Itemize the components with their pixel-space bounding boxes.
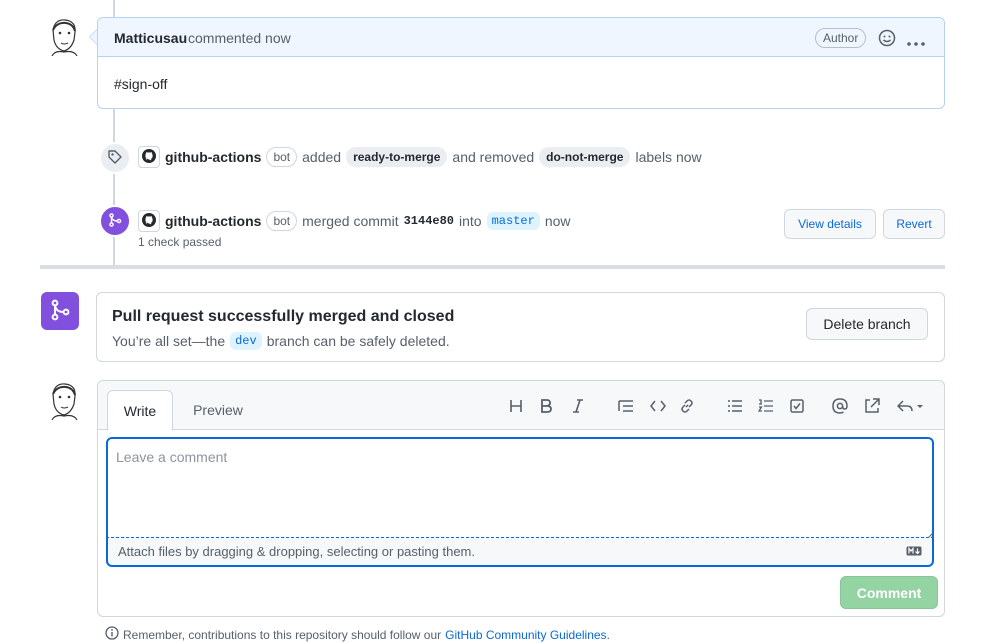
link-icon[interactable] [676, 397, 698, 415]
merged-sub-post: branch can be safely deleted. [266, 333, 450, 349]
event-text-tail: labels now [635, 149, 702, 165]
italic-icon[interactable] [567, 397, 589, 415]
merged-box: Pull request successfully merged and clo… [96, 292, 945, 362]
merged-sub-pre: You’re all set—the [112, 333, 226, 349]
bot-badge: bot [266, 147, 298, 167]
avatar[interactable] [47, 380, 81, 421]
footer-note: Remember, contributions to this reposito… [105, 626, 610, 643]
code-icon[interactable] [647, 397, 669, 415]
avatar[interactable] [47, 16, 81, 57]
task-list-icon[interactable] [786, 397, 808, 415]
label-event-row: github-actions bot added ready-to-merge … [138, 146, 702, 168]
delete-branch-button[interactable]: Delete branch [806, 308, 928, 340]
label-ready-to-merge[interactable]: ready-to-merge [346, 147, 448, 167]
revert-button[interactable]: Revert [883, 209, 945, 239]
comment-submit-button[interactable]: Comment [840, 576, 938, 609]
merge-event-badge [99, 205, 131, 237]
comment-header: Matticusau commented now Author [98, 18, 944, 57]
github-actions-avatar[interactable] [138, 210, 160, 232]
event-text-added: added [302, 149, 342, 165]
label-do-not-merge[interactable]: do-not-merge [539, 147, 631, 167]
mention-icon[interactable] [829, 397, 851, 415]
footer-text: Remember, contributions to this reposito… [123, 627, 442, 642]
attach-files-text: Attach files by dragging & dropping, sel… [118, 544, 475, 559]
attach-files-bar[interactable]: Attach files by dragging & dropping, sel… [106, 537, 934, 567]
reply-icon[interactable] [896, 397, 926, 415]
github-logo-icon [142, 148, 156, 166]
view-details-button[interactable]: View details [784, 209, 876, 239]
author-badge: Author [815, 28, 867, 48]
emoji-reaction-icon[interactable] [878, 29, 896, 50]
quote-icon[interactable] [615, 397, 637, 415]
merge-event-row: github-actions bot merged commit 3144e80… [138, 210, 571, 232]
kebab-menu-icon[interactable] [906, 34, 926, 50]
timeline-divider [40, 265, 945, 269]
tab-write[interactable]: Write [107, 390, 173, 431]
comment-box: Matticusau commented now Author #sign-of… [97, 17, 945, 109]
checks-status[interactable]: 1 check passed [138, 235, 221, 249]
bullet-list-icon[interactable] [724, 397, 746, 415]
numbered-list-icon[interactable] [755, 397, 777, 415]
commit-sha-link[interactable]: 3144e80 [404, 214, 454, 228]
event-text-removed: and removed [452, 149, 535, 165]
comment-author[interactable]: Matticusau [114, 30, 187, 46]
comment-meta: commented now [188, 30, 291, 46]
tab-preview[interactable]: Preview [183, 390, 253, 429]
tag-icon [107, 149, 123, 168]
heading-icon[interactable] [505, 397, 527, 415]
branch-dev[interactable]: dev [230, 332, 262, 350]
branch-master[interactable]: master [486, 212, 540, 230]
comment-textarea[interactable]: Leave a comment [106, 437, 934, 537]
merged-title: Pull request successfully merged and clo… [112, 308, 455, 325]
comment-caret-inner [90, 30, 97, 44]
github-actions-avatar[interactable] [138, 146, 160, 168]
github-logo-icon [142, 212, 156, 230]
merged-status-icon-box [41, 292, 79, 330]
merged-subtitle: You’re all set—the dev branch can be saf… [112, 332, 450, 350]
footer-period: . [606, 627, 610, 642]
tag-event-badge [99, 142, 131, 174]
community-guidelines-link[interactable]: GitHub Community Guidelines [445, 628, 606, 642]
bot-badge: bot [266, 211, 298, 231]
comment-placeholder: Leave a comment [116, 449, 228, 465]
git-merge-icon [107, 212, 123, 231]
git-merge-icon [48, 298, 72, 325]
markdown-icon[interactable] [906, 544, 922, 559]
comment-editor: Write Preview Leave a comment Attach fil… [97, 380, 945, 617]
info-icon [105, 626, 119, 643]
event-actor[interactable]: github-actions [165, 213, 261, 229]
event-actor[interactable]: github-actions [165, 149, 261, 165]
editor-tabbar: Write Preview [98, 381, 944, 431]
bold-icon[interactable] [535, 397, 557, 415]
event-text-into: into [459, 213, 482, 229]
reference-icon[interactable] [861, 397, 883, 415]
event-text-merged: merged commit [302, 213, 399, 229]
comment-body: #sign-off [114, 76, 168, 92]
event-time: now [544, 213, 571, 229]
